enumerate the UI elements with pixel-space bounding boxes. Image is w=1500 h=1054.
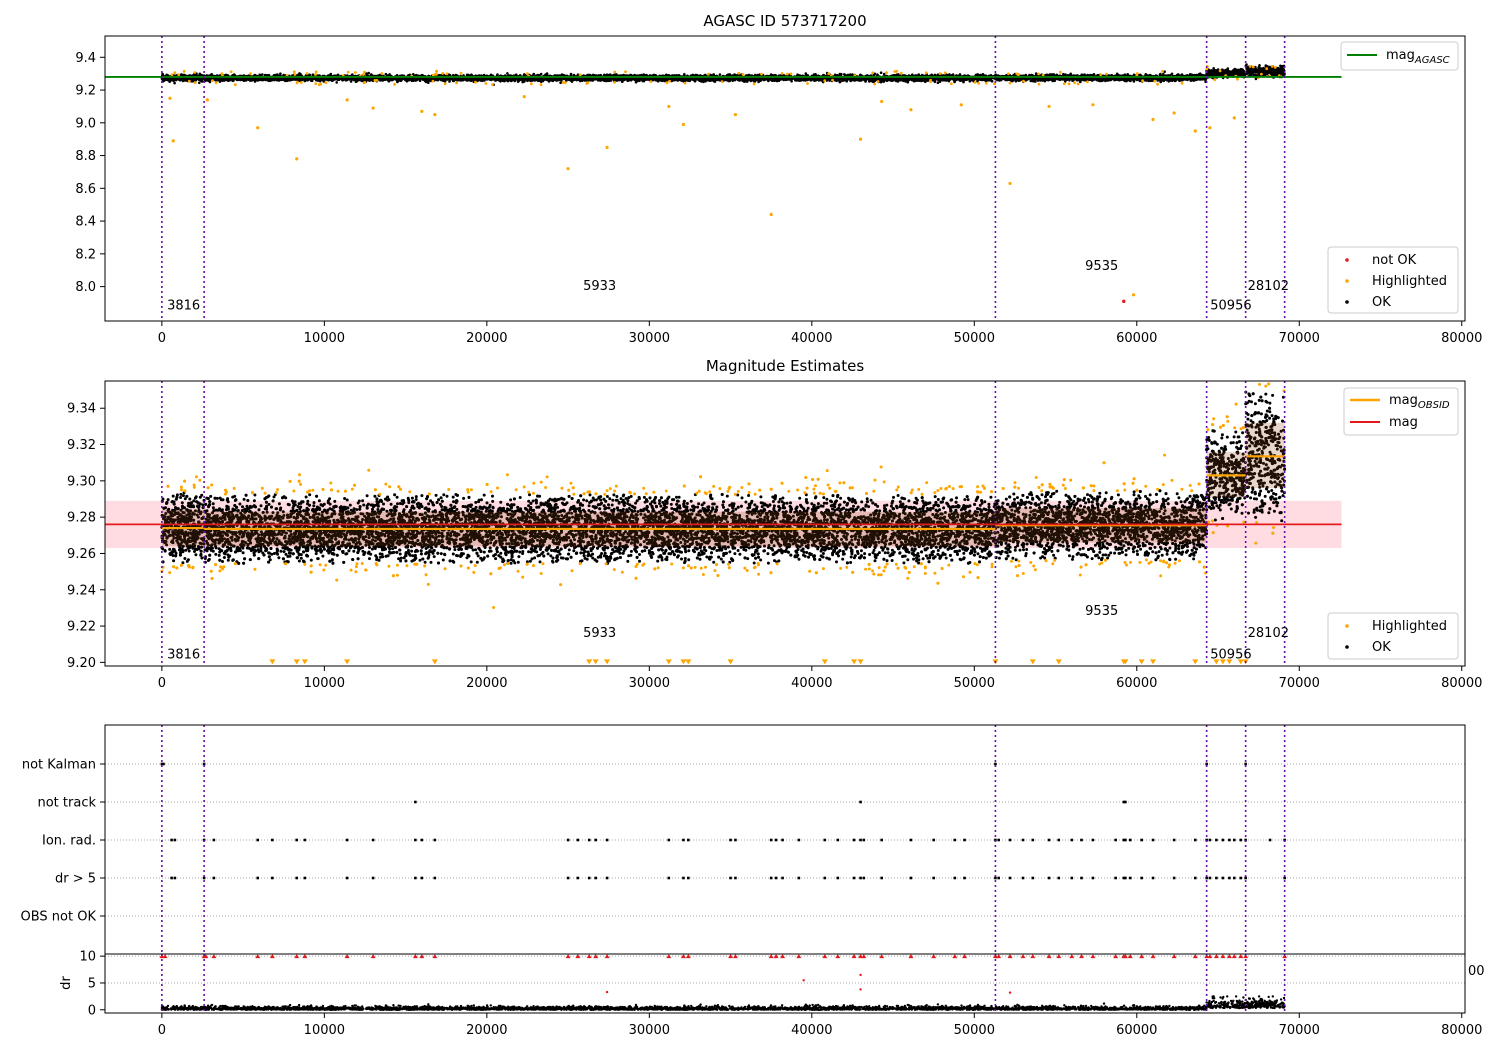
ok-point bbox=[1170, 72, 1174, 76]
agasc-panel-title: AGASC ID 573717200 bbox=[703, 12, 866, 30]
ok-point bbox=[879, 71, 883, 74]
ok-point bbox=[506, 72, 509, 75]
ok-point bbox=[198, 81, 201, 85]
ok-point bbox=[173, 81, 176, 85]
ok-point bbox=[936, 81, 940, 84]
figure: AGASC ID 573717200 0 10000 20000 30000 40000… bbox=[0, 0, 1500, 1050]
ok-point bbox=[1062, 72, 1065, 76]
ok-point bbox=[335, 81, 339, 84]
